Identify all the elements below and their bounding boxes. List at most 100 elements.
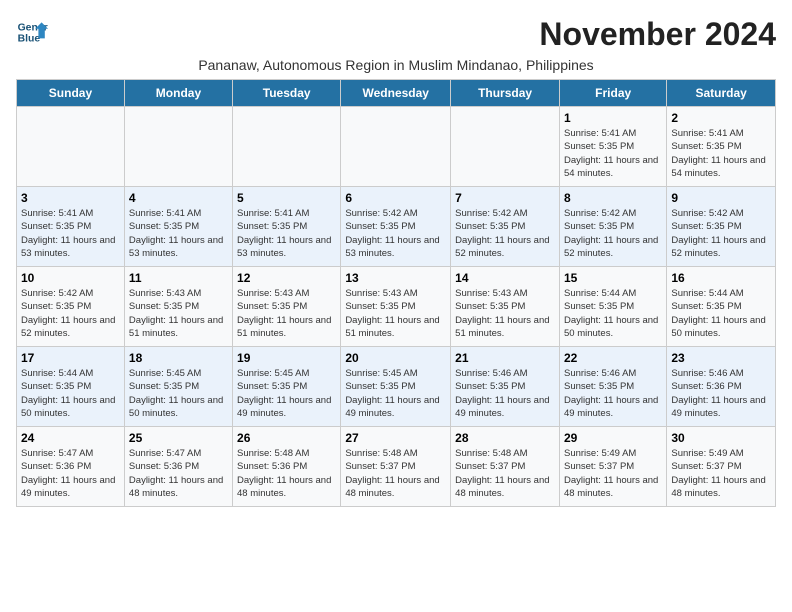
day-cell: 17 Sunrise: 5:44 AM Sunset: 5:35 PM Dayli… bbox=[17, 347, 125, 427]
day-info: Sunrise: 5:48 AM Sunset: 5:37 PM Dayligh… bbox=[345, 447, 446, 500]
day-info: Sunrise: 5:45 AM Sunset: 5:35 PM Dayligh… bbox=[345, 367, 446, 420]
day-info: Sunrise: 5:45 AM Sunset: 5:35 PM Dayligh… bbox=[237, 367, 336, 420]
day-info: Sunrise: 5:42 AM Sunset: 5:35 PM Dayligh… bbox=[671, 207, 771, 260]
day-number: 3 bbox=[21, 191, 120, 205]
day-cell: 5 Sunrise: 5:41 AM Sunset: 5:35 PM Daylig… bbox=[233, 187, 341, 267]
day-info: Sunrise: 5:48 AM Sunset: 5:37 PM Dayligh… bbox=[455, 447, 555, 500]
title-text: November 2024 bbox=[539, 16, 776, 52]
day-number: 7 bbox=[455, 191, 555, 205]
day-cell bbox=[17, 107, 125, 187]
svg-text:Blue: Blue bbox=[18, 34, 41, 45]
day-info: Sunrise: 5:44 AM Sunset: 5:35 PM Dayligh… bbox=[564, 287, 662, 340]
day-cell: 27Sunrise: 5:48 AM Sunset: 5:37 PM Dayli… bbox=[341, 427, 451, 507]
day-info: Sunrise: 5:45 AM Sunset: 5:35 PM Dayligh… bbox=[129, 367, 228, 420]
day-cell bbox=[233, 107, 341, 187]
calendar-header: SundayMondayTuesdayWednesdayThursdayFrid… bbox=[17, 80, 776, 107]
logo-icon: General Blue bbox=[16, 16, 48, 48]
day-number: 22 bbox=[564, 351, 662, 365]
day-cell: 18Sunrise: 5:45 AM Sunset: 5:35 PM Dayli… bbox=[124, 347, 232, 427]
day-cell: 21 Sunrise: 5:46 AM Sunset: 5:35 PM Dayli… bbox=[451, 347, 560, 427]
day-info: Sunrise: 5:42 AM Sunset: 5:35 PM Dayligh… bbox=[345, 207, 446, 260]
day-info: Sunrise: 5:44 AM Sunset: 5:35 PM Dayligh… bbox=[21, 367, 120, 420]
day-info: Sunrise: 5:43 AM Sunset: 5:35 PM Dayligh… bbox=[455, 287, 555, 340]
day-number: 2 bbox=[671, 111, 771, 125]
day-number: 24 bbox=[21, 431, 120, 445]
day-info: Sunrise: 5:46 AM Sunset: 5:36 PM Dayligh… bbox=[671, 367, 771, 420]
day-cell: 15 Sunrise: 5:44 AM Sunset: 5:35 PM Dayli… bbox=[559, 267, 666, 347]
day-number: 10 bbox=[21, 271, 120, 285]
day-info: Sunrise: 5:46 AM Sunset: 5:35 PM Dayligh… bbox=[455, 367, 555, 420]
day-number: 23 bbox=[671, 351, 771, 365]
day-cell: 28 Sunrise: 5:48 AM Sunset: 5:37 PM Dayli… bbox=[451, 427, 560, 507]
day-cell: 22 Sunrise: 5:46 AM Sunset: 5:35 PM Dayli… bbox=[559, 347, 666, 427]
day-cell: 16Sunrise: 5:44 AM Sunset: 5:35 PM Dayli… bbox=[667, 267, 776, 347]
day-number: 14 bbox=[455, 271, 555, 285]
logo: General Blue bbox=[16, 16, 52, 48]
day-info: Sunrise: 5:41 AM Sunset: 5:35 PM Dayligh… bbox=[237, 207, 336, 260]
day-info: Sunrise: 5:47 AM Sunset: 5:36 PM Dayligh… bbox=[21, 447, 120, 500]
day-number: 6 bbox=[345, 191, 446, 205]
calendar-table: SundayMondayTuesdayWednesdayThursdayFrid… bbox=[16, 79, 776, 507]
day-info: Sunrise: 5:41 AM Sunset: 5:35 PM Dayligh… bbox=[129, 207, 228, 260]
week-row-2: 3 Sunrise: 5:41 AM Sunset: 5:35 PM Daylig… bbox=[17, 187, 776, 267]
day-cell bbox=[124, 107, 232, 187]
day-info: Sunrise: 5:42 AM Sunset: 5:35 PM Dayligh… bbox=[21, 287, 120, 340]
day-number: 1 bbox=[564, 111, 662, 125]
day-cell bbox=[451, 107, 560, 187]
day-cell: 20 Sunrise: 5:45 AM Sunset: 5:35 PM Dayli… bbox=[341, 347, 451, 427]
weekday-header-friday: Friday bbox=[559, 80, 666, 107]
day-number: 5 bbox=[237, 191, 336, 205]
weekday-header-thursday: Thursday bbox=[451, 80, 560, 107]
day-cell: 23 Sunrise: 5:46 AM Sunset: 5:36 PM Dayli… bbox=[667, 347, 776, 427]
day-cell: 1 Sunrise: 5:41 AM Sunset: 5:35 PM Daylig… bbox=[559, 107, 666, 187]
day-number: 11 bbox=[129, 271, 228, 285]
day-info: Sunrise: 5:41 AM Sunset: 5:35 PM Dayligh… bbox=[564, 127, 662, 180]
day-number: 26 bbox=[237, 431, 336, 445]
day-cell: 6 Sunrise: 5:42 AM Sunset: 5:35 PM Daylig… bbox=[341, 187, 451, 267]
weekday-header-saturday: Saturday bbox=[667, 80, 776, 107]
day-info: Sunrise: 5:41 AM Sunset: 5:35 PM Dayligh… bbox=[671, 127, 771, 180]
day-number: 20 bbox=[345, 351, 446, 365]
day-number: 12 bbox=[237, 271, 336, 285]
day-info: Sunrise: 5:49 AM Sunset: 5:37 PM Dayligh… bbox=[671, 447, 771, 500]
day-number: 13 bbox=[345, 271, 446, 285]
calendar-body: 1 Sunrise: 5:41 AM Sunset: 5:35 PM Daylig… bbox=[17, 107, 776, 507]
weekday-header-wednesday: Wednesday bbox=[341, 80, 451, 107]
day-number: 21 bbox=[455, 351, 555, 365]
day-number: 4 bbox=[129, 191, 228, 205]
day-number: 15 bbox=[564, 271, 662, 285]
day-number: 28 bbox=[455, 431, 555, 445]
day-cell: 9Sunrise: 5:42 AM Sunset: 5:35 PM Daylig… bbox=[667, 187, 776, 267]
day-cell: 25Sunrise: 5:47 AM Sunset: 5:36 PM Dayli… bbox=[124, 427, 232, 507]
day-cell: 3 Sunrise: 5:41 AM Sunset: 5:35 PM Daylig… bbox=[17, 187, 125, 267]
day-cell: 19Sunrise: 5:45 AM Sunset: 5:35 PM Dayli… bbox=[233, 347, 341, 427]
week-row-3: 10 Sunrise: 5:42 AM Sunset: 5:35 PM Dayli… bbox=[17, 267, 776, 347]
month-year-title: November 2024 bbox=[539, 16, 776, 53]
day-number: 8 bbox=[564, 191, 662, 205]
day-number: 25 bbox=[129, 431, 228, 445]
day-info: Sunrise: 5:43 AM Sunset: 5:35 PM Dayligh… bbox=[345, 287, 446, 340]
day-info: Sunrise: 5:44 AM Sunset: 5:35 PM Dayligh… bbox=[671, 287, 771, 340]
day-info: Sunrise: 5:49 AM Sunset: 5:37 PM Dayligh… bbox=[564, 447, 662, 500]
day-info: Sunrise: 5:46 AM Sunset: 5:35 PM Dayligh… bbox=[564, 367, 662, 420]
day-cell: 13 Sunrise: 5:43 AM Sunset: 5:35 PM Dayli… bbox=[341, 267, 451, 347]
day-cell: 24 Sunrise: 5:47 AM Sunset: 5:36 PM Dayli… bbox=[17, 427, 125, 507]
weekday-header-sunday: Sunday bbox=[17, 80, 125, 107]
day-info: Sunrise: 5:43 AM Sunset: 5:35 PM Dayligh… bbox=[237, 287, 336, 340]
weekday-header-row: SundayMondayTuesdayWednesdayThursdayFrid… bbox=[17, 80, 776, 107]
day-cell: 11 Sunrise: 5:43 AM Sunset: 5:35 PM Dayli… bbox=[124, 267, 232, 347]
day-info: Sunrise: 5:42 AM Sunset: 5:35 PM Dayligh… bbox=[455, 207, 555, 260]
day-info: Sunrise: 5:42 AM Sunset: 5:35 PM Dayligh… bbox=[564, 207, 662, 260]
day-cell: 26 Sunrise: 5:48 AM Sunset: 5:36 PM Dayli… bbox=[233, 427, 341, 507]
day-number: 17 bbox=[21, 351, 120, 365]
subtitle-text: Pananaw, Autonomous Region in Muslim Min… bbox=[16, 57, 776, 73]
day-cell bbox=[341, 107, 451, 187]
day-info: Sunrise: 5:48 AM Sunset: 5:36 PM Dayligh… bbox=[237, 447, 336, 500]
day-cell: 10 Sunrise: 5:42 AM Sunset: 5:35 PM Dayli… bbox=[17, 267, 125, 347]
day-info: Sunrise: 5:41 AM Sunset: 5:35 PM Dayligh… bbox=[21, 207, 120, 260]
week-row-1: 1 Sunrise: 5:41 AM Sunset: 5:35 PM Daylig… bbox=[17, 107, 776, 187]
day-info: Sunrise: 5:43 AM Sunset: 5:35 PM Dayligh… bbox=[129, 287, 228, 340]
day-number: 29 bbox=[564, 431, 662, 445]
day-cell: 14 Sunrise: 5:43 AM Sunset: 5:35 PM Dayli… bbox=[451, 267, 560, 347]
day-number: 30 bbox=[671, 431, 771, 445]
